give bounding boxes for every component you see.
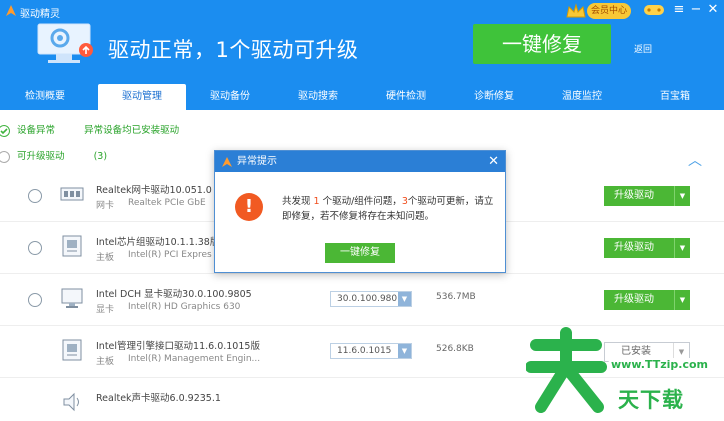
upgrade-driver-button[interactable]: 升级驱动 ▼ (604, 186, 690, 206)
version-value: 11.6.0.1015 (337, 346, 392, 356)
version-value: 30.0.100.980 (337, 294, 398, 304)
message-text: 共发现 (282, 196, 314, 207)
network-card-icon (60, 187, 84, 201)
gamepad-icon[interactable] (643, 3, 665, 17)
dialog-message: 共发现 1 个驱动/组件问题，3个驱动可更新，请立即修复，若不修复将存在未知问题… (282, 194, 494, 224)
upgrade-driver-button[interactable]: 升级驱动 ▼ (604, 290, 690, 310)
dropdown-arrow-icon[interactable]: ▼ (674, 238, 690, 258)
motherboard-icon (62, 235, 82, 257)
driver-name: Intel管理引擎接口驱动11.6.0.1015版 (96, 341, 260, 352)
alert-dialog: 异常提示 ✕ ! 共发现 1 个驱动/组件问题，3个驱动可更新，请立即修复，若不… (214, 150, 506, 273)
monitor-icon (61, 288, 83, 308)
chevron-down-icon[interactable]: ▼ (398, 292, 411, 306)
tab-diagnose-repair[interactable]: 诊断修复 (450, 84, 538, 110)
device-abnormal-label: 设备异常 (17, 125, 56, 136)
watermark-text: 天下载 (618, 388, 684, 412)
driver-size: 536.7MB (436, 292, 476, 302)
check-icon (0, 124, 10, 137)
driver-name: Realtek声卡驱动6.0.9235.1 (96, 393, 221, 404)
upgradable-count: (3) (93, 151, 108, 162)
upgrade-label: 升级驱动 (614, 190, 654, 201)
device-abnormal-row: 设备异常 异常设备均已安装驱动 (0, 122, 179, 137)
app-logo-icon (6, 5, 16, 16)
motherboard-icon (62, 339, 82, 361)
collapse-chevron-icon[interactable]: ︿ (688, 150, 702, 170)
tab-temperature[interactable]: 温度监控 (538, 84, 626, 110)
dropdown-arrow-icon[interactable]: ▼ (674, 186, 690, 206)
installed-label: 已安装 (621, 346, 651, 357)
driver-device: Intel(R) Management Engin... (128, 354, 261, 364)
device-abnormal-note: 异常设备均已安装驱动 (84, 125, 180, 136)
tab-driver-management[interactable]: 驱动管理 (98, 84, 186, 110)
driver-status-text: 驱动正常，1个驱动可升级 (108, 38, 359, 62)
driver-name: Intel DCH 显卡驱动30.0.100.9805 (96, 289, 252, 300)
minimize-button[interactable]: − (689, 2, 703, 18)
message-text: 个驱动/组件问题， (319, 196, 402, 207)
main-tabs: 检测概要 驱动管理 驱动备份 驱动搜索 硬件检测 诊断修复 温度监控 百宝箱 (0, 84, 724, 110)
driver-name: Realtek网卡驱动10.051.0 (96, 185, 212, 196)
dialog-title: 异常提示 (237, 156, 277, 167)
watermark-logo (526, 327, 607, 413)
upgrade-label: 升级驱动 (614, 242, 654, 253)
dropdown-arrow-icon[interactable]: ▼ (674, 290, 690, 310)
tab-toolbox[interactable]: 百宝箱 (626, 84, 724, 110)
app-logo-icon (222, 157, 232, 167)
vip-crown-icon[interactable] (565, 3, 587, 19)
driver-device: Intel(R) PCI Expres (128, 250, 212, 260)
upgrade-label: 升级驱动 (614, 294, 654, 305)
menu-icon[interactable]: ≡ (672, 2, 686, 18)
speaker-icon (63, 392, 79, 412)
dialog-titlebar: 异常提示 ✕ (215, 151, 505, 172)
driver-type: 网卡 (96, 201, 115, 211)
driver-device: Realtek PCIe GbE (128, 198, 206, 208)
chevron-down-icon[interactable]: ▼ (398, 344, 411, 358)
driver-type: 主板 (96, 357, 115, 367)
dialog-close-button[interactable]: ✕ (488, 151, 499, 172)
driver-name: Intel芯片组驱动10.1.1.38版 (96, 237, 220, 248)
fix-all-button[interactable]: 一键修复 (473, 24, 611, 64)
tab-driver-search[interactable]: 驱动搜索 (274, 84, 362, 110)
driver-device: Intel(R) HD Graphics 630 (128, 302, 241, 312)
app-header: 驱动精灵 驱动正常，1个驱动可升级 一键修复 返回 会员中心 ≡ − ✕ (0, 0, 724, 84)
dialog-fix-button[interactable]: 一键修复 (325, 243, 395, 263)
version-select[interactable]: 11.6.0.1015 ▼ (330, 343, 412, 359)
tab-driver-backup[interactable]: 驱动备份 (186, 84, 274, 110)
row-select-radio[interactable] (28, 241, 42, 255)
back-link[interactable]: 返回 (634, 42, 652, 55)
computer-gear-icon (37, 23, 93, 63)
table-row[interactable]: Intel DCH 显卡驱动30.0.100.9805 显卡 Intel(R) … (0, 274, 724, 326)
row-select-radio[interactable] (28, 189, 42, 203)
driver-size: 526.8KB (436, 344, 474, 354)
section-select-radio[interactable] (0, 150, 10, 163)
tab-hardware-check[interactable]: 硬件检测 (362, 84, 450, 110)
warning-icon: ! (235, 193, 263, 221)
row-select-radio[interactable] (28, 293, 42, 307)
watermark-url: www.TTzip.com (608, 358, 711, 371)
close-button[interactable]: ✕ (706, 2, 720, 18)
driver-type: 显卡 (96, 305, 115, 315)
driver-type: 主板 (96, 253, 115, 263)
vip-center-button[interactable]: 会员中心 (587, 3, 632, 19)
app-title: 驱动精灵 (20, 9, 60, 20)
upgrade-driver-button[interactable]: 升级驱动 ▼ (604, 238, 690, 258)
tab-overview[interactable]: 检测概要 (0, 84, 90, 110)
version-select[interactable]: 30.0.100.980 ▼ (330, 291, 412, 307)
upgradable-label: 可升级驱动 (17, 151, 65, 162)
upgradable-section-row[interactable]: 可升级驱动 (3) (0, 148, 107, 163)
